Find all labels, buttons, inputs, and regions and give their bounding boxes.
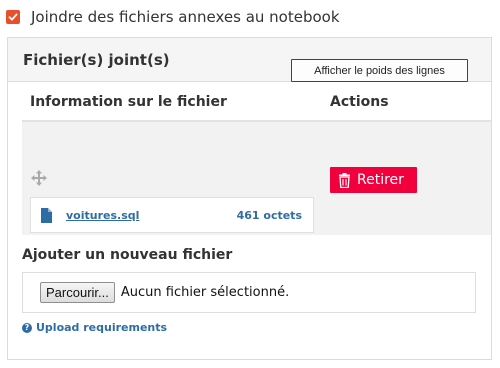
show-line-weight-button[interactable]: Afficher le poids des lignes (291, 59, 468, 82)
question-circle-icon: ? (22, 322, 32, 333)
attached-file-card: voitures.sql 461 octets (30, 197, 314, 233)
attach-files-row[interactable]: Joindre des fichiers annexes au notebook (6, 6, 340, 28)
trash-icon (339, 172, 350, 188)
file-size: 461 octets (236, 208, 302, 222)
file-icon (41, 207, 52, 223)
move-handle-icon[interactable] (30, 169, 48, 187)
add-file-title: Ajouter un nouveau fichier (22, 247, 233, 263)
remove-file-label: Retirer (357, 172, 404, 188)
column-header-info: Information sur le fichier (30, 94, 227, 110)
check-icon (8, 13, 18, 21)
file-name-link[interactable]: voitures.sql (66, 209, 139, 222)
column-header-actions: Actions (330, 94, 389, 110)
file-input-container: Parcourir... Aucun fichier sélectionné. (22, 272, 476, 313)
upload-requirements-label: Upload requirements (36, 321, 168, 334)
no-file-selected-text: Aucun fichier sélectionné. (120, 285, 290, 300)
upload-requirements-link[interactable]: ? Upload requirements (22, 321, 167, 334)
attach-checkbox[interactable] (6, 10, 20, 24)
remove-file-button[interactable]: Retirer (330, 167, 417, 193)
browse-button[interactable]: Parcourir... (40, 282, 115, 303)
attach-files-label: Joindre des fichiers annexes au notebook (31, 8, 340, 26)
